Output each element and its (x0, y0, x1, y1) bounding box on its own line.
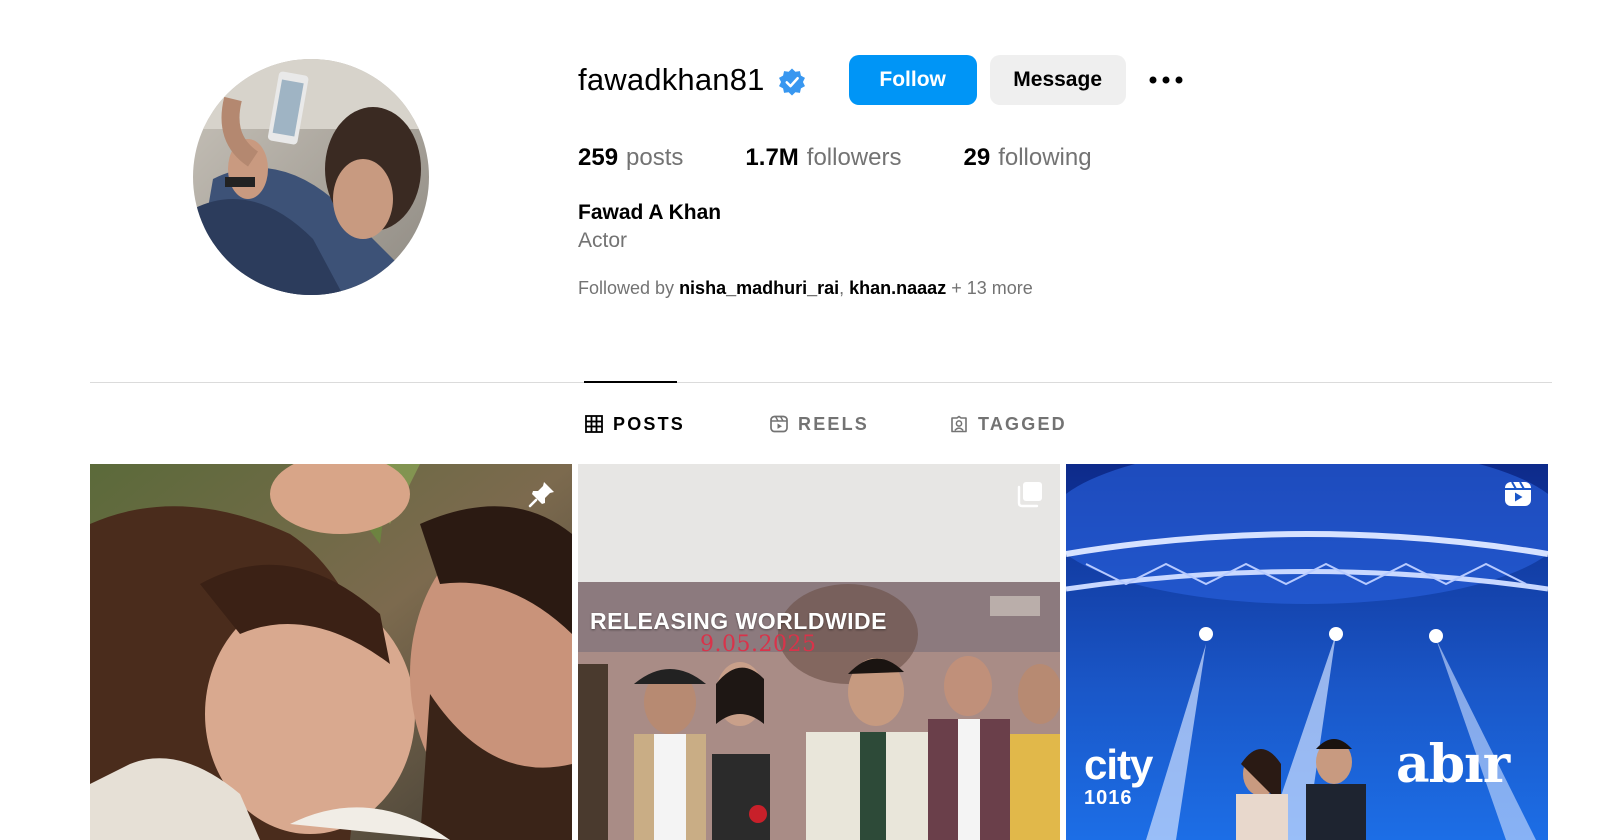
following-count: 29 (963, 144, 991, 171)
followed-by-more[interactable]: + 13 more (951, 278, 1033, 298)
radio-logo: city 1016 (1084, 741, 1153, 809)
profile-avatar[interactable] (193, 59, 429, 295)
posts-label: posts (626, 144, 684, 171)
reels-icon (770, 415, 788, 433)
tab-tagged[interactable]: TAGGED (950, 410, 1067, 438)
carousel-icon (1014, 478, 1046, 510)
following-stat[interactable]: 29 following (963, 144, 1091, 172)
mutual-follower-2[interactable]: khan.naaaz (849, 278, 946, 298)
follow-button[interactable]: Follow (848, 55, 977, 105)
profile-stats: 259 posts 1.7M followers 29 following (578, 142, 1278, 174)
post-image (90, 464, 572, 840)
tabs-divider (90, 382, 1552, 383)
followers-label: followers (806, 144, 902, 171)
tab-posts-label: POSTS (613, 413, 686, 434)
tab-posts[interactable]: POSTS (585, 410, 685, 438)
full-name: Fawad A Khan (578, 201, 722, 224)
post-tile[interactable] (90, 464, 572, 840)
tagged-icon (951, 415, 967, 433)
posts-count: 259 (578, 144, 619, 171)
grid-icon (585, 415, 603, 433)
message-button[interactable]: Message (989, 55, 1126, 105)
profile-category: Actor (578, 229, 628, 252)
more-options-icon[interactable] (1148, 60, 1184, 100)
profile-header: fawadkhan81 Follow Message 259 posts 1.7… (578, 54, 1278, 299)
profile-top-row: fawadkhan81 Follow Message (578, 54, 1278, 106)
tab-reels-label: REELS (798, 413, 870, 434)
post-tile[interactable]: RELEASING WORLDWIDE 9.05.2025 (578, 464, 1060, 840)
profile-page: fawadkhan81 Follow Message 259 posts 1.7… (0, 0, 1600, 840)
active-tab-indicator (584, 381, 677, 383)
followed-by-separator: , (839, 278, 845, 298)
radio-logo-sub: 1016 (1084, 787, 1133, 809)
poster-date: 9.05.2025 (700, 632, 817, 657)
followers-count: 1.7M (745, 144, 799, 171)
verified-badge-icon (777, 67, 807, 97)
followers-stat[interactable]: 1.7M followers (745, 144, 901, 172)
followed-by[interactable]: Followed by nisha_madhuri_rai, khan.naaa… (578, 278, 1278, 299)
tab-tagged-label: TAGGED (978, 413, 1067, 434)
tab-reels[interactable]: REELS (770, 410, 869, 438)
reel-icon (1502, 478, 1534, 510)
avatar-image (193, 59, 429, 295)
pin-icon (526, 478, 558, 510)
post-tile[interactable]: city 1016 abır (1066, 464, 1548, 840)
poster-headline: RELEASING WORLDWIDE (590, 608, 887, 634)
followed-by-prefix: Followed by (578, 278, 675, 298)
posts-stat: 259 posts (578, 144, 683, 172)
username[interactable]: fawadkhan81 (578, 62, 765, 98)
post-image (578, 464, 1060, 840)
radio-logo-main: city (1084, 741, 1153, 788)
following-label: following (998, 144, 1092, 171)
profile-tabs: POSTS REELS TAGGED (0, 410, 1600, 440)
show-title: abır (1396, 734, 1510, 795)
posts-grid: RELEASING WORLDWIDE 9.05.2025 city 1016 … (90, 464, 1548, 840)
mutual-follower-1[interactable]: nisha_madhuri_rai (679, 278, 839, 298)
